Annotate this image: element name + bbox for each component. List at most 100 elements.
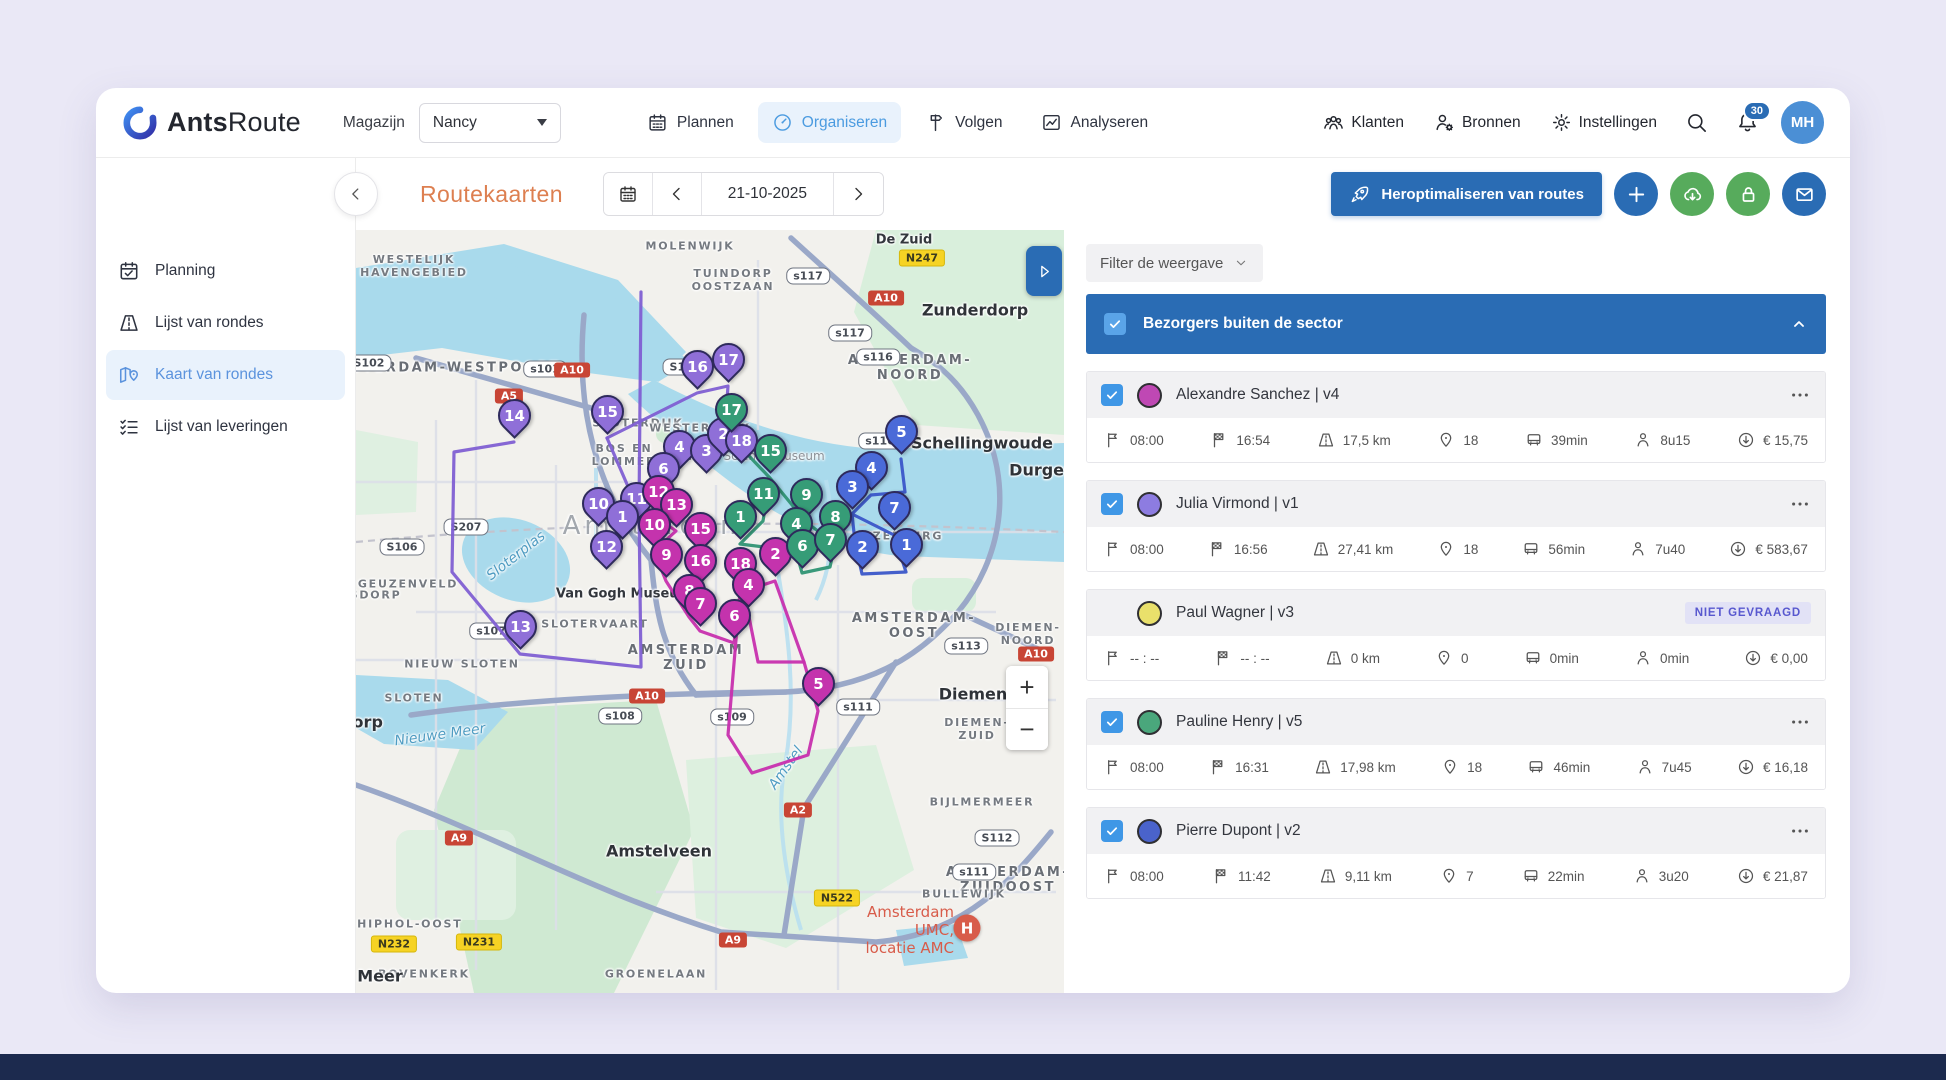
stat-value: 46min <box>1553 760 1590 775</box>
driver-color-dot <box>1137 383 1162 408</box>
driver-menu-button[interactable] <box>1789 711 1811 733</box>
route-stop-marker[interactable]: 3 <box>836 470 869 514</box>
marker-pin-icon: 9 <box>643 531 690 578</box>
toolbar: Routekaarten 21-10-2025 Heroptimaliseren… <box>356 158 1850 230</box>
driver-stats-row: 08:0016:5627,41 km1856min7u40€ 583,67 <box>1087 527 1825 571</box>
driver-name: Pauline Henry | v5 <box>1176 713 1302 731</box>
calendar-button[interactable] <box>604 173 653 215</box>
marker-number: 15 <box>686 514 715 543</box>
marker-number: 15 <box>593 397 622 426</box>
sidebar-item-lijst-van-leveringen[interactable]: Lijst van leveringen <box>106 402 345 452</box>
chevron-down-icon <box>537 119 547 126</box>
prev-day-button[interactable] <box>653 173 702 215</box>
cloud-download-button[interactable] <box>1670 172 1714 216</box>
brand-logo[interactable]: AntsRoute <box>122 105 301 141</box>
route-stop-marker[interactable]: 16 <box>681 350 714 394</box>
tab-analyseren[interactable]: Analyseren <box>1027 102 1163 143</box>
marker-number: 16 <box>683 352 712 381</box>
stat-value: € 21,87 <box>1763 869 1808 884</box>
route-stop-marker[interactable]: 12 <box>590 530 623 574</box>
driver-menu-button[interactable] <box>1789 384 1811 406</box>
route-stop-marker[interactable]: 6 <box>718 599 751 643</box>
driver-stats-row: -- : ---- : --0 km00min0min€ 0,00 <box>1087 636 1825 680</box>
reoptimize-routes-button[interactable]: Heroptimaliseren van routes <box>1331 172 1602 216</box>
mail-button[interactable] <box>1782 172 1826 216</box>
chevron-left-icon <box>667 184 687 204</box>
marker-number: 7 <box>686 589 715 618</box>
stat-value: -- : -- <box>1240 651 1269 666</box>
route-stop-marker[interactable]: 17 <box>712 343 745 387</box>
tab-plannen[interactable]: Plannen <box>633 102 748 143</box>
marker-number: 17 <box>714 345 743 374</box>
sidebar-item-lijst-van-rondes[interactable]: Lijst van rondes <box>106 298 345 348</box>
route-stop-marker[interactable]: 2 <box>846 530 879 574</box>
route-stop-marker[interactable]: 5 <box>885 415 918 459</box>
driver-checkbox[interactable] <box>1101 493 1123 515</box>
driver-checkbox[interactable] <box>1101 711 1123 733</box>
stat-cost: € 583,67 <box>1729 540 1808 558</box>
stat-stops: 18 <box>1437 431 1478 449</box>
stat-driving-time: 22min <box>1522 867 1585 885</box>
section-header[interactable]: Bezorgers buiten de sector <box>1086 294 1826 354</box>
road-sign-icon <box>1317 431 1335 449</box>
sidebar-item-planning[interactable]: Planning <box>106 246 345 296</box>
map-canvas[interactable]: MOLENWIJKDe ZuidWESTELIJK HAVENGEBIEDTUI… <box>356 230 1064 993</box>
stat-start-time: -- : -- <box>1104 649 1159 667</box>
filter-view-dropdown[interactable]: Filter de weergave <box>1086 244 1263 282</box>
route-stop-marker[interactable]: 1 <box>890 528 923 572</box>
expand-map-button[interactable] <box>1026 246 1062 296</box>
route-stop-marker[interactable]: 14 <box>498 399 531 443</box>
route-stop-marker[interactable]: 5 <box>802 667 835 711</box>
notifications-button[interactable]: 30 <box>1736 111 1759 134</box>
stat-value: 16:31 <box>1235 760 1269 775</box>
chevron-up-icon[interactable] <box>1790 315 1808 333</box>
driver-checkbox[interactable] <box>1101 384 1123 406</box>
route-stop-marker[interactable]: 13 <box>504 610 537 654</box>
route-stop-marker[interactable]: 15 <box>754 434 787 478</box>
location-pin-icon <box>1435 649 1453 667</box>
tab-organiseren[interactable]: Organiseren <box>758 102 901 143</box>
marker-number: 17 <box>717 395 746 424</box>
user-avatar[interactable]: MH <box>1781 101 1824 144</box>
nav-item-klanten[interactable]: Klanten <box>1323 112 1404 133</box>
marker-pin-icon: 6 <box>711 592 758 639</box>
zoom-in-button[interactable]: + <box>1006 666 1048 708</box>
tab-label: Analyseren <box>1071 114 1149 132</box>
driver-card: Paul Wagner | v3NIET GEVRAAGD-- : ---- :… <box>1086 589 1826 681</box>
tab-volgen[interactable]: Volgen <box>911 102 1016 143</box>
route-stop-marker[interactable]: 7 <box>814 523 847 567</box>
route-stop-marker[interactable]: 15 <box>591 395 624 439</box>
nav-item-bronnen[interactable]: Bronnen <box>1434 112 1521 133</box>
date-value[interactable]: 21-10-2025 <box>702 173 834 215</box>
search-button[interactable] <box>1685 111 1708 134</box>
sidebar-item-kaart-van-rondes[interactable]: Kaart van rondes <box>106 350 345 400</box>
lock-button[interactable] <box>1726 172 1770 216</box>
next-day-button[interactable] <box>834 173 883 215</box>
stat-distance: 0 km <box>1325 649 1380 667</box>
left-sidebar: Planning Lijst van rondes Kaart van rondes… <box>96 158 356 993</box>
plus-button[interactable] <box>1614 172 1658 216</box>
route-stop-marker[interactable]: 1 <box>724 500 757 544</box>
zoom-out-button[interactable]: − <box>1006 708 1048 750</box>
marker-number: 1 <box>608 502 637 531</box>
sidebar-item-label: Planning <box>155 262 215 280</box>
marker-pin-icon: 15 <box>584 388 631 435</box>
driver-checkbox[interactable] <box>1101 820 1123 842</box>
person-icon <box>1634 431 1652 449</box>
route-stop-marker[interactable]: 17 <box>715 393 748 437</box>
tab-label: Organiseren <box>802 114 887 132</box>
driver-menu-button[interactable] <box>1789 493 1811 515</box>
nav-item-instellingen[interactable]: Instellingen <box>1551 112 1657 133</box>
person-icon <box>1634 649 1652 667</box>
warehouse-select[interactable]: Nancy <box>419 103 561 143</box>
stat-value: € 16,18 <box>1763 760 1808 775</box>
marker-number: 3 <box>838 472 867 501</box>
calendar-check-icon <box>118 260 140 282</box>
section-checkbox[interactable] <box>1104 313 1126 335</box>
stat-value: 08:00 <box>1130 433 1164 448</box>
collapse-panel-button[interactable] <box>334 172 378 216</box>
route-stop-marker[interactable]: 7 <box>684 587 717 631</box>
dots-icon <box>1789 384 1811 406</box>
sidebar-item-label: Kaart van rondes <box>155 366 273 384</box>
driver-menu-button[interactable] <box>1789 820 1811 842</box>
